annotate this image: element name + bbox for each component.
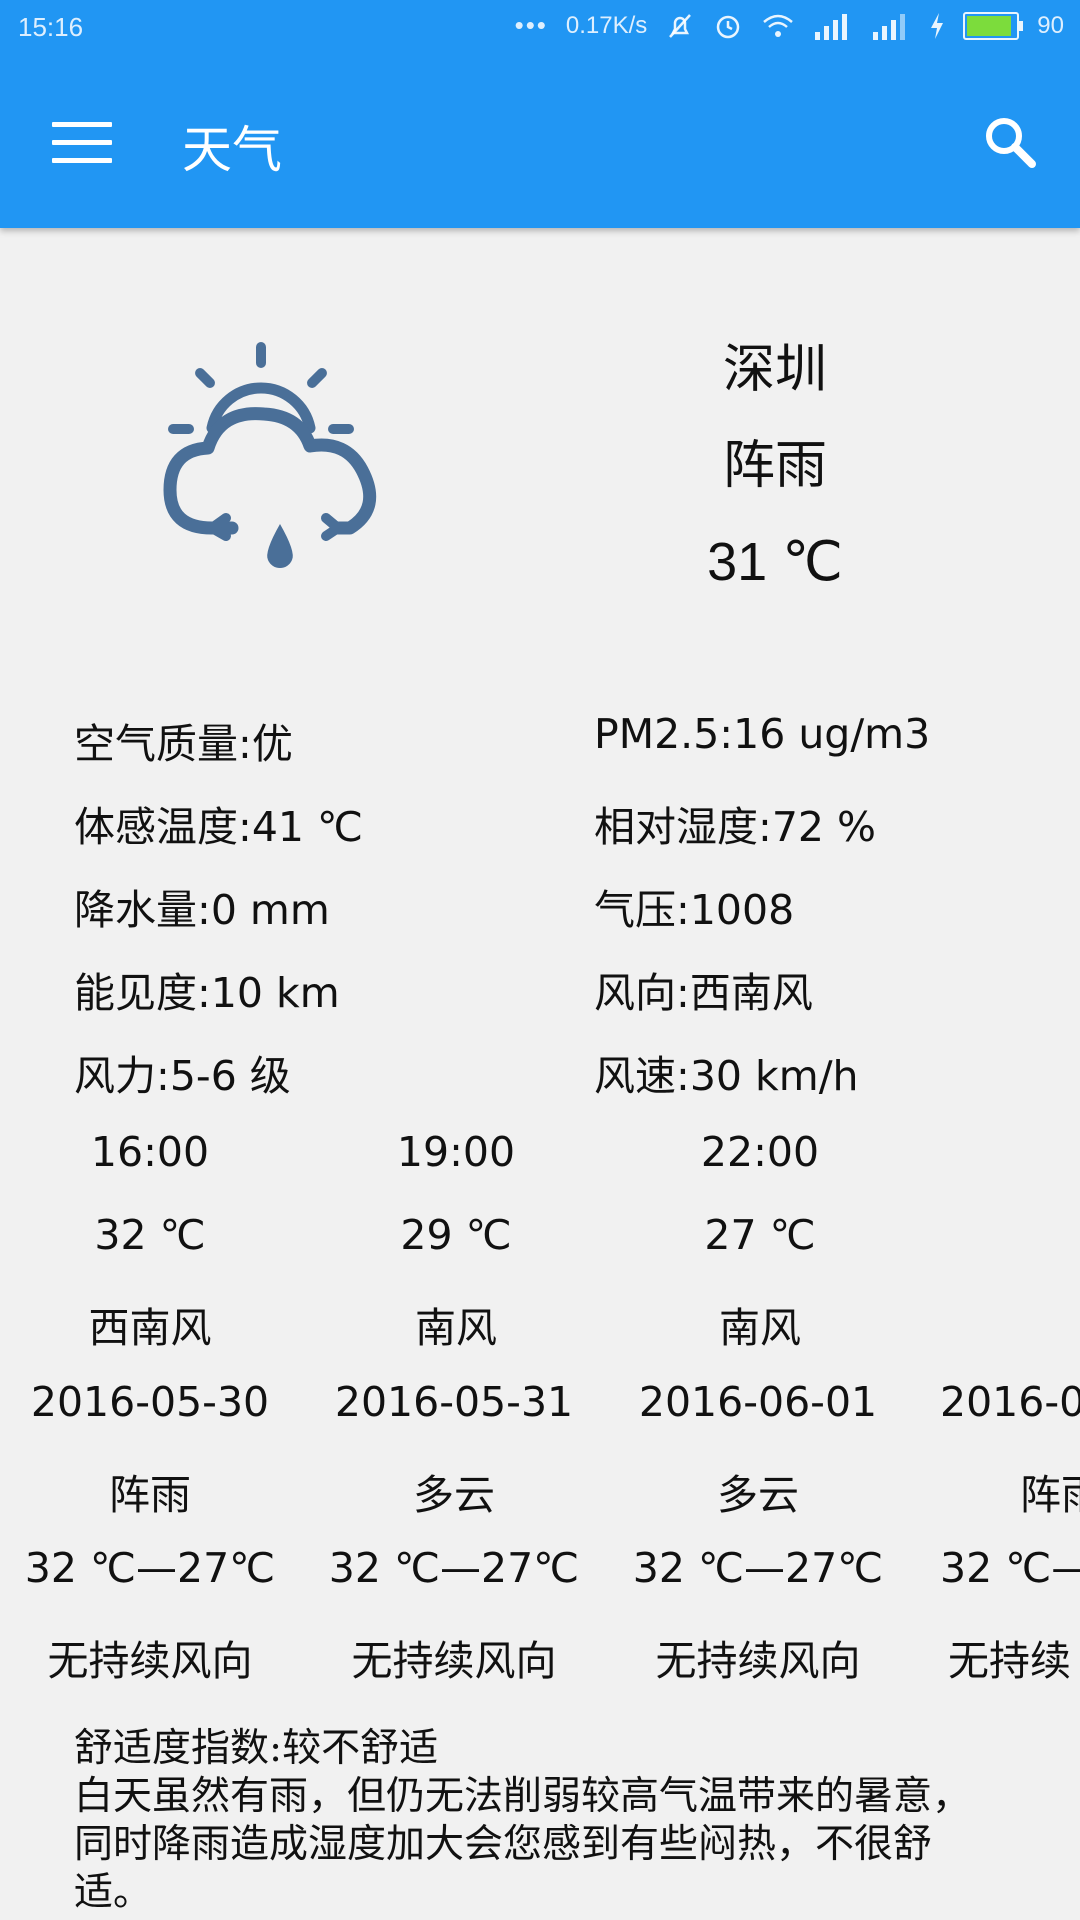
hourly-temp: 27 ℃ <box>704 1211 816 1259</box>
visibility: 能见度:10 km <box>74 969 340 1017</box>
city-name: 深圳 <box>722 340 827 400</box>
hourly-wind: 南风 <box>415 1304 497 1352</box>
status-icons: ••• 0.17K/s 90 <box>515 10 1064 41</box>
mute-vibrate-icon <box>669 13 692 38</box>
feels-like: 体感温度:41 ℃ <box>74 803 364 851</box>
daily-date: 2016-0 <box>940 1378 1080 1426</box>
hourly-wind-row: 西南风 南风 南风 <box>0 1294 1080 1377</box>
more-dots-icon: ••• <box>514 10 548 40</box>
daily-wind: 无持续风向 <box>47 1637 253 1685</box>
daily-forecast[interactable]: 2016-05-30 2016-05-31 2016-06-01 2016-0 … <box>0 1378 1080 1710</box>
status-bar: 15:16 ••• 0.17K/s 90 <box>0 0 1080 56</box>
signal-2-icon <box>873 13 906 40</box>
comfort-index: 舒适度指数:较不舒适 白天虽然有雨，但仍无法削弱较高气温带来的暑意，同时降雨造成… <box>74 1725 1004 1917</box>
daily-condition: 阵雨 <box>1020 1471 1080 1519</box>
hourly-time: 16:00 <box>90 1128 210 1176</box>
daily-wind: 无持续 <box>948 1637 1071 1685</box>
hourly-temp-row: 32 ℃ 29 ℃ 27 ℃ <box>0 1211 1080 1294</box>
search-icon[interactable] <box>980 112 1040 172</box>
weather-details: 空气质量:优 PM2.5:16 ug/m3 体感温度:41 ℃ 相对湿度:72 … <box>0 710 1080 1125</box>
air-quality: 空气质量:优 <box>74 720 293 768</box>
humidity: 相对湿度:72 % <box>594 803 876 851</box>
detail-row: 能见度:10 km 风向:西南风 <box>0 959 1080 1042</box>
current-temperature: 31 ℃ <box>707 532 843 592</box>
comfort-title: 舒适度指数:较不舒适 <box>74 1726 439 1771</box>
hourly-time: 19:00 <box>396 1128 516 1176</box>
current-condition: 阵雨 <box>722 436 827 496</box>
battery-icon <box>963 11 1024 40</box>
pressure: 气压:1008 <box>594 886 795 934</box>
daily-date: 2016-05-31 <box>334 1378 574 1426</box>
detail-row: 降水量:0 mm 气压:1008 <box>0 876 1080 959</box>
daily-temp: 32 ℃— <box>940 1544 1080 1592</box>
sun-cloud-rain-icon <box>163 342 377 568</box>
daily-date: 2016-05-30 <box>30 1378 270 1426</box>
daily-temp-row: 32 ℃—27℃ 32 ℃—27℃ 32 ℃—27℃ 32 ℃— <box>0 1544 1080 1627</box>
alarm-icon <box>717 15 740 38</box>
detail-row: 体感温度:41 ℃ 相对湿度:72 % <box>0 793 1080 876</box>
status-time: 15:16 <box>18 12 84 42</box>
daily-temp: 32 ℃—27℃ <box>632 1544 884 1592</box>
hourly-forecast: 16:00 19:00 22:00 32 ℃ 29 ℃ 27 ℃ 西南风 南风 … <box>0 1128 1080 1377</box>
signal-icon <box>815 13 848 40</box>
daily-wind: 无持续风向 <box>655 1637 861 1685</box>
daily-date: 2016-06-01 <box>638 1378 878 1426</box>
charging-icon <box>931 12 944 39</box>
detail-row: 风力:5-6 级 风速:30 km/h <box>0 1042 1080 1125</box>
battery-level: 90 <box>1037 11 1064 39</box>
daily-temp: 32 ℃—27℃ <box>24 1544 276 1592</box>
daily-condition: 多云 <box>413 1471 495 1519</box>
app-bar: 15:16 ••• 0.17K/s 90 天气 <box>0 0 1080 228</box>
wind-speed: 风速:30 km/h <box>594 1052 859 1100</box>
wind-direction: 风向:西南风 <box>594 969 813 1017</box>
comfort-text: 白天虽然有雨，但仍无法削弱较高气温带来的暑意，同时降雨造成湿度加大会您感到有些闷… <box>74 1774 972 1915</box>
hourly-time: 22:00 <box>700 1128 820 1176</box>
hourly-time-row: 16:00 19:00 22:00 <box>0 1128 1080 1211</box>
wind-force: 风力:5-6 级 <box>74 1052 291 1100</box>
daily-condition: 阵雨 <box>109 1471 191 1519</box>
wifi-icon <box>763 14 794 37</box>
hourly-temp: 29 ℃ <box>400 1211 512 1259</box>
hourly-wind: 西南风 <box>88 1304 212 1352</box>
precipitation: 降水量:0 mm <box>74 886 330 934</box>
hourly-temp: 32 ℃ <box>94 1211 206 1259</box>
menu-icon[interactable] <box>52 122 112 166</box>
current-weather: 深圳 阵雨 31 ℃ <box>620 330 930 618</box>
daily-date-row: 2016-05-30 2016-05-31 2016-06-01 2016-0 <box>0 1378 1080 1461</box>
daily-condition: 多云 <box>717 1471 799 1519</box>
network-speed: 0.17K/s <box>565 11 648 39</box>
daily-wind: 无持续风向 <box>351 1637 557 1685</box>
daily-wind-row: 无持续风向 无持续风向 无持续风向 无持续 <box>0 1627 1080 1710</box>
pm25: PM2.5:16 ug/m3 <box>594 710 931 758</box>
daily-condition-row: 阵雨 多云 多云 阵雨 <box>0 1461 1080 1544</box>
hourly-wind: 南风 <box>719 1304 801 1352</box>
page-title: 天气 <box>182 121 282 179</box>
detail-row: 空气质量:优 PM2.5:16 ug/m3 <box>0 710 1080 793</box>
daily-temp: 32 ℃—27℃ <box>328 1544 580 1592</box>
